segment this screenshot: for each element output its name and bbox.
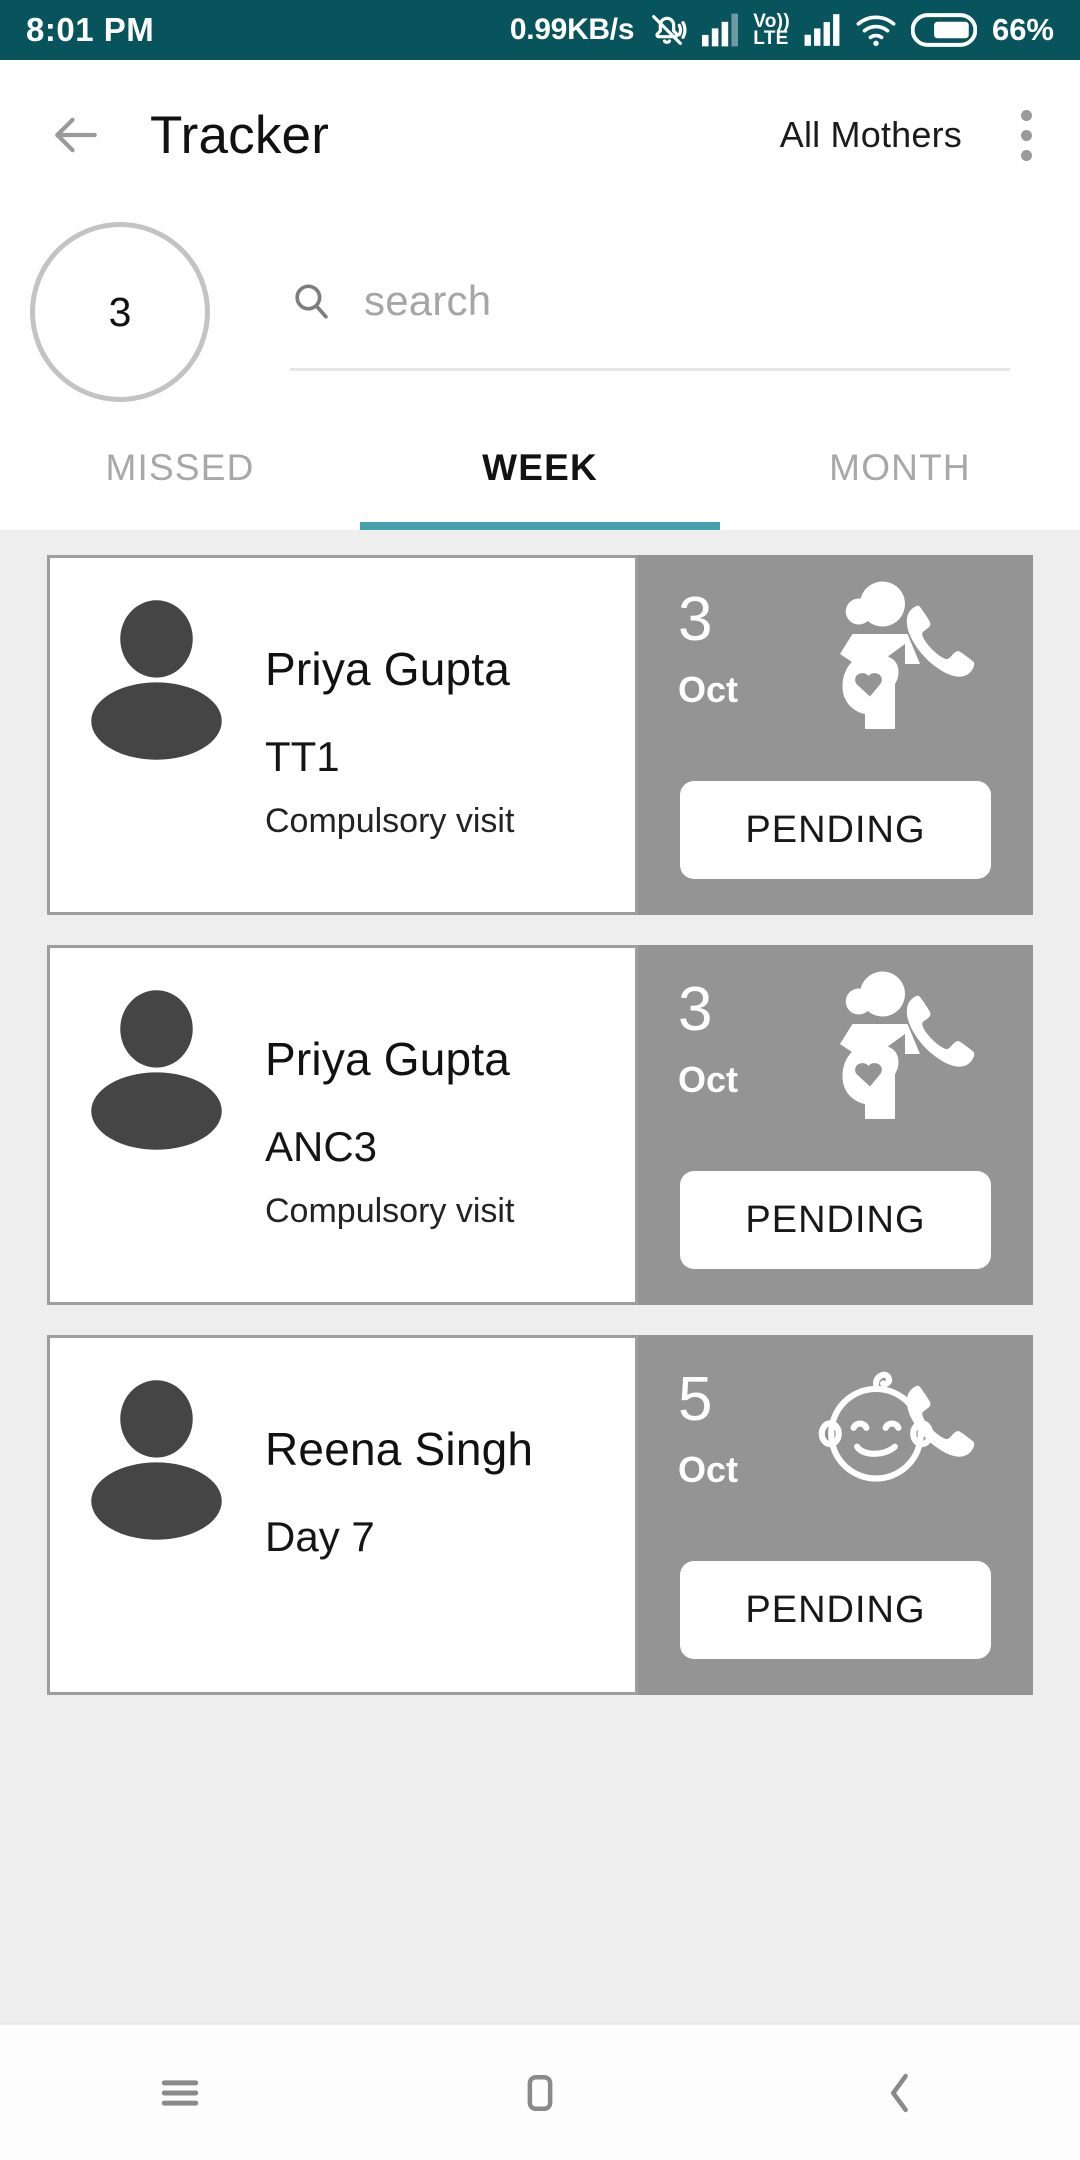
menu-icon[interactable] — [0, 2066, 360, 2120]
tracker-list: Priya Gupta TT1 Compulsory visit 3 Oct P… — [0, 530, 1080, 2103]
signal-bars-icon-2 — [803, 12, 841, 48]
search-field[interactable]: search — [290, 277, 1010, 371]
visit-month: Oct — [678, 668, 739, 710]
count-badge[interactable]: 3 — [30, 222, 210, 402]
card-details[interactable]: Priya Gupta ANC3 Compulsory visit — [47, 945, 638, 1305]
table-row[interactable]: Priya Gupta ANC3 Compulsory visit 3 Oct — [47, 945, 1033, 1305]
tab-missed[interactable]: MISSED — [0, 425, 360, 530]
signal-bars-icon — [700, 12, 740, 48]
system-navigation-bar — [0, 2023, 1080, 2160]
person-avatar-icon — [84, 600, 229, 760]
visit-month: Oct — [678, 1058, 739, 1100]
card-details[interactable]: Reena Singh Day 7 — [47, 1335, 638, 1695]
phone-icon[interactable] — [891, 595, 991, 695]
status-badge[interactable]: PENDING — [680, 1171, 991, 1269]
table-row[interactable]: Reena Singh Day 7 5 Oct PENDING — [47, 1335, 1033, 1695]
visit-date: 5 Oct — [678, 1365, 739, 1490]
card-status-panel: 5 Oct PENDING — [638, 1335, 1033, 1695]
page-title: Tracker — [150, 105, 330, 165]
card-details[interactable]: Priya Gupta TT1 Compulsory visit — [47, 555, 638, 915]
card-status-panel: 3 Oct PENDING — [638, 555, 1033, 915]
search-input[interactable]: search — [364, 277, 491, 325]
visit-day: 3 — [678, 585, 713, 654]
battery-icon — [910, 13, 977, 47]
filter-all-mothers[interactable]: All Mothers — [780, 114, 962, 156]
status-bar: 8:01 PM 0.99KB/s Vo)) LTE 66% — [0, 0, 1080, 60]
person-name: Priya Gupta — [265, 1033, 511, 1085]
visit-code: ANC3 — [265, 1123, 378, 1170]
person-name: Reena Singh — [265, 1423, 534, 1475]
table-row[interactable]: Priya Gupta TT1 Compulsory visit 3 Oct P… — [47, 555, 1033, 915]
visit-code: TT1 — [265, 733, 340, 780]
person-name: Priya Gupta — [265, 643, 511, 695]
visit-date: 3 Oct — [678, 585, 739, 710]
card-text-block: Reena Singh Day 7 — [265, 1372, 533, 1584]
card-status-panel: 3 Oct PENDING — [638, 945, 1033, 1305]
tab-week[interactable]: WEEK — [360, 425, 720, 530]
network-speed-label: 0.99KB/s — [509, 13, 635, 46]
card-text-block: Priya Gupta TT1 Compulsory visit — [265, 592, 514, 838]
phone-icon[interactable] — [891, 1375, 991, 1475]
visit-code: Day 7 — [265, 1513, 375, 1560]
visit-note: Compulsory visit — [265, 1192, 515, 1230]
back-chevron-icon[interactable] — [720, 2066, 1080, 2120]
search-row: 3 search — [0, 210, 1080, 425]
phone-icon[interactable] — [891, 985, 991, 1085]
tab-month[interactable]: MONTH — [720, 425, 1080, 530]
back-arrow-icon[interactable] — [48, 107, 104, 163]
app-bar: Tracker All Mothers — [0, 60, 1080, 210]
tab-bar: MISSED WEEK MONTH — [0, 425, 1080, 530]
mute-bell-icon — [647, 10, 687, 50]
visit-month: Oct — [678, 1448, 739, 1490]
status-time: 8:01 PM — [26, 11, 155, 48]
volte-icon: Vo)) LTE — [753, 11, 790, 49]
battery-percent-label: 66% — [991, 12, 1054, 47]
visit-day: 3 — [678, 975, 713, 1044]
person-avatar-icon — [84, 990, 229, 1150]
volte-bottom-label: LTE — [753, 28, 789, 49]
person-avatar-icon — [84, 1380, 229, 1540]
visit-date: 3 Oct — [678, 975, 739, 1100]
visit-day: 5 — [678, 1365, 713, 1434]
search-icon — [290, 280, 332, 322]
home-square-icon[interactable] — [360, 2066, 720, 2120]
status-badge[interactable]: PENDING — [680, 781, 991, 879]
status-bar-icons: 0.99KB/s Vo)) LTE 66% — [510, 10, 1054, 50]
status-badge[interactable]: PENDING — [680, 1561, 991, 1659]
kebab-menu-icon[interactable] — [1006, 104, 1046, 167]
wifi-icon — [854, 12, 898, 48]
tab-active-indicator — [360, 522, 720, 530]
card-text-block: Priya Gupta ANC3 Compulsory visit — [265, 982, 514, 1228]
visit-note: Compulsory visit — [265, 802, 515, 840]
